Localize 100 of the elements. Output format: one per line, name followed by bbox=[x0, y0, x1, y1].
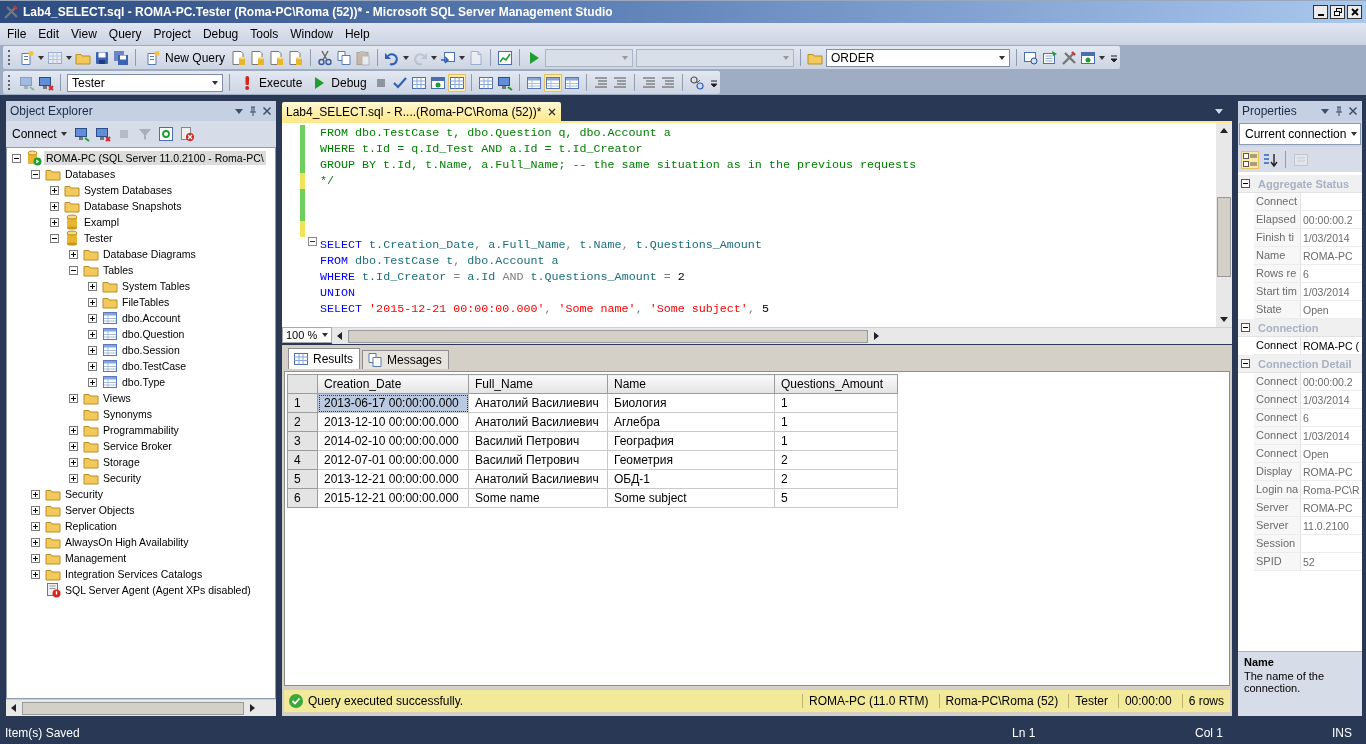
clipboard-icon[interactable] bbox=[355, 49, 372, 66]
property-row[interactable]: Session bbox=[1254, 535, 1362, 553]
collapse-icon[interactable] bbox=[1241, 359, 1250, 368]
menu-item[interactable]: Debug bbox=[196, 27, 245, 41]
dropdown-caret-icon[interactable] bbox=[234, 106, 244, 116]
expand-icon[interactable] bbox=[69, 249, 78, 259]
vertical-scrollbar[interactable] bbox=[1216, 123, 1232, 327]
expand-icon[interactable] bbox=[31, 489, 40, 499]
property-row[interactable]: Connect 00:00:00.2 bbox=[1254, 373, 1362, 391]
tree-item[interactable]: FileTables bbox=[88, 294, 172, 310]
column-header[interactable]: Questions_Amount bbox=[774, 374, 898, 394]
categorized-icon[interactable] bbox=[1242, 151, 1258, 168]
monitor-icon[interactable] bbox=[496, 74, 513, 91]
tree-item[interactable]: Security bbox=[31, 486, 105, 502]
scissors-icon[interactable] bbox=[317, 49, 334, 66]
tree-item[interactable]: Programmability bbox=[69, 422, 181, 438]
property-row[interactable]: Server ROMA-PC bbox=[1254, 499, 1362, 517]
chart-icon[interactable] bbox=[497, 49, 514, 66]
tree-item[interactable]: dbo.Question bbox=[88, 326, 187, 342]
refresh-icon[interactable] bbox=[157, 126, 174, 142]
caret-icon[interactable] bbox=[66, 55, 72, 60]
menu-item[interactable]: Help bbox=[338, 27, 376, 41]
expand-icon[interactable] bbox=[31, 569, 40, 579]
property-row[interactable]: Elapsed 00:00:00.2 bbox=[1254, 211, 1362, 229]
expand-icon[interactable] bbox=[69, 473, 78, 483]
database-dropdown[interactable]: Tester bbox=[67, 73, 223, 92]
caret-icon[interactable] bbox=[1099, 55, 1106, 60]
caret-icon[interactable] bbox=[999, 55, 1006, 60]
dropdown-caret-icon[interactable] bbox=[1214, 106, 1224, 116]
collapse-icon[interactable] bbox=[31, 169, 40, 179]
tree-item[interactable]: Management bbox=[31, 550, 129, 566]
connect-button[interactable]: Connect bbox=[10, 124, 69, 144]
properties-page-icon[interactable] bbox=[1042, 49, 1059, 66]
disks-icon[interactable] bbox=[113, 49, 129, 66]
expand-icon[interactable] bbox=[50, 217, 59, 227]
menu-item[interactable]: Project bbox=[147, 27, 197, 41]
expand-icon[interactable] bbox=[31, 521, 40, 531]
property-row[interactable]: Connect bbox=[1254, 193, 1362, 211]
copy-icon[interactable] bbox=[367, 352, 383, 368]
copy-icon[interactable] bbox=[336, 49, 353, 66]
monitor-icon[interactable] bbox=[94, 126, 111, 142]
new-query-button[interactable]: New Query bbox=[142, 47, 229, 68]
results-tab[interactable]: Messages bbox=[362, 350, 449, 369]
menu-item[interactable]: File bbox=[1, 27, 33, 41]
expand-icon[interactable] bbox=[88, 313, 97, 323]
column-header[interactable]: Name bbox=[607, 374, 775, 394]
expand-icon[interactable] bbox=[31, 537, 40, 547]
collapse-icon[interactable] bbox=[12, 153, 21, 163]
expand-icon[interactable] bbox=[69, 393, 78, 403]
column-header[interactable]: Full_Name bbox=[468, 374, 608, 394]
database-document-icon[interactable] bbox=[250, 49, 267, 66]
caret-icon[interactable] bbox=[60, 132, 67, 136]
property-row[interactable]: Connect Open bbox=[1254, 445, 1362, 463]
tree-item[interactable]: Service Broker bbox=[69, 438, 174, 454]
find-dropdown[interactable]: ORDER bbox=[826, 48, 1011, 67]
search-window-icon[interactable] bbox=[1023, 49, 1040, 66]
grid-icon[interactable] bbox=[477, 74, 494, 91]
collapse-icon[interactable] bbox=[1241, 323, 1250, 332]
expand-icon[interactable] bbox=[88, 281, 97, 291]
property-row[interactable]: Finish ti 1/03/2014 bbox=[1254, 229, 1362, 247]
execute-button[interactable]: Execute bbox=[236, 72, 306, 93]
collapse-icon[interactable] bbox=[50, 233, 59, 243]
window-icon[interactable] bbox=[1080, 49, 1097, 66]
pin-icon[interactable] bbox=[1334, 106, 1344, 116]
property-row[interactable]: Connect 1/03/2014 bbox=[1254, 391, 1362, 409]
grid-icon[interactable] bbox=[410, 74, 427, 91]
property-row[interactable]: Start tim 1/03/2014 bbox=[1254, 283, 1362, 301]
tree-item[interactable]: Tester bbox=[50, 230, 115, 246]
collapse-icon[interactable] bbox=[1241, 179, 1250, 188]
tree-item[interactable]: Security bbox=[69, 470, 143, 486]
expand-icon[interactable] bbox=[88, 361, 97, 371]
zoom-dropdown[interactable]: 100 % bbox=[282, 327, 332, 343]
column-header[interactable]: Creation_Date bbox=[317, 374, 469, 394]
database-document-icon[interactable] bbox=[231, 49, 248, 66]
expand-icon[interactable] bbox=[88, 329, 97, 339]
table-icon[interactable] bbox=[563, 74, 580, 91]
property-row[interactable]: Login na Roma-PC\R bbox=[1254, 481, 1362, 499]
tree-item[interactable]: dbo.Account bbox=[88, 310, 183, 326]
window-icon[interactable] bbox=[429, 74, 446, 91]
pin-icon[interactable] bbox=[248, 106, 258, 116]
caret-icon[interactable] bbox=[212, 80, 218, 85]
property-row[interactable]: Rows re 6 bbox=[1254, 265, 1362, 283]
script-icon[interactable] bbox=[178, 126, 195, 142]
property-row[interactable]: Connect 1/03/2014 bbox=[1254, 427, 1362, 445]
tree-item[interactable]: Databases bbox=[31, 166, 118, 182]
menu-item[interactable]: Edit bbox=[32, 27, 66, 41]
property-row[interactable]: Name ROMA-PC bbox=[1254, 247, 1362, 265]
navigate-icon[interactable] bbox=[440, 49, 457, 66]
tree-item[interactable]: dbo.TestCase bbox=[88, 358, 189, 374]
database-document-icon[interactable] bbox=[288, 49, 305, 66]
text-format-icon[interactable] bbox=[688, 74, 705, 91]
database-document-icon[interactable] bbox=[269, 49, 286, 66]
monitor-icon[interactable] bbox=[38, 74, 54, 91]
expand-icon[interactable] bbox=[88, 297, 97, 307]
collapse-icon[interactable] bbox=[308, 237, 317, 246]
property-row[interactable]: Connect 6 bbox=[1254, 409, 1362, 427]
tree-item[interactable]: System Databases bbox=[50, 182, 175, 198]
menu-item[interactable]: View bbox=[65, 27, 103, 41]
tree-item[interactable]: dbo.Session bbox=[88, 342, 182, 358]
close-icon[interactable] bbox=[547, 106, 558, 117]
